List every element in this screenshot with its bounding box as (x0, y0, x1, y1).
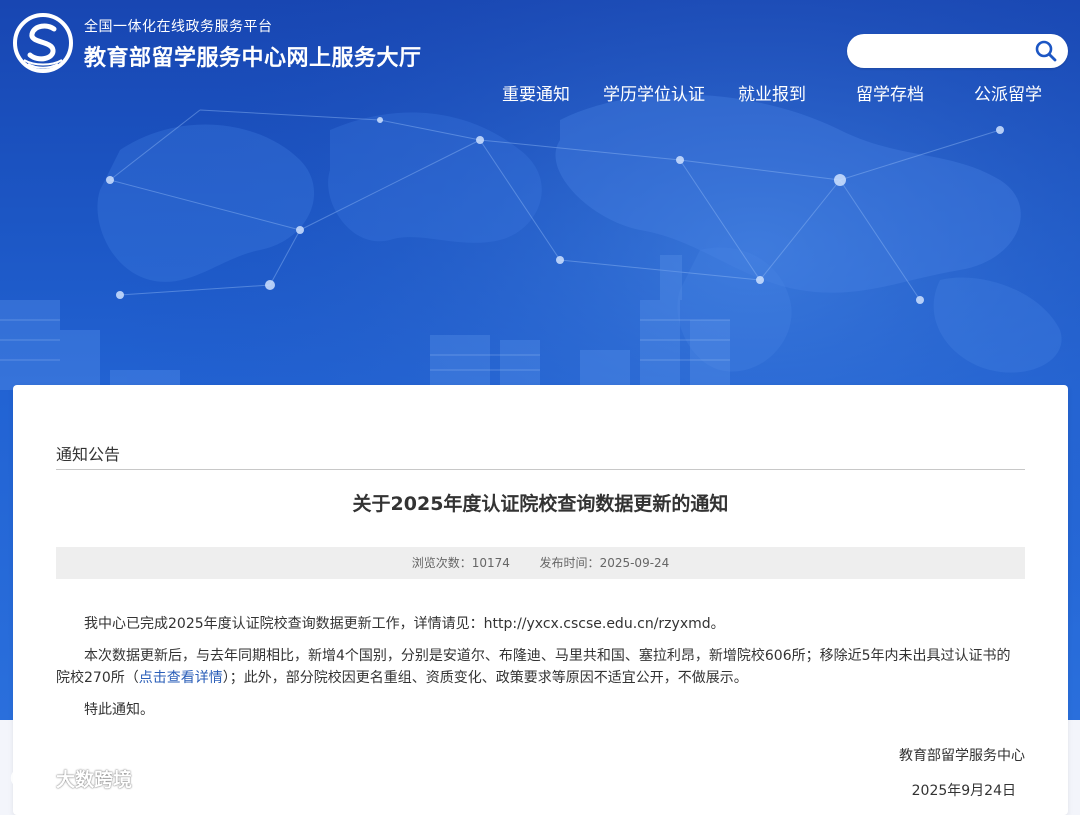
views-label: 浏览次数： (411, 556, 472, 570)
view-details-link[interactable]: 点击查看详情 (139, 670, 223, 686)
platform-subtitle: 全国一体化在线政务服务平台 (84, 19, 273, 35)
cscse-logo-icon[interactable] (12, 12, 74, 74)
published-label: 发布时间： (539, 556, 600, 570)
views-count: 10174 (471, 556, 510, 570)
article-title: 关于2025年度认证院校查询数据更新的通知 (352, 493, 729, 515)
watermark-text: 大数跨境 (56, 768, 133, 791)
site-title[interactable]: 教育部留学服务中心网上服务大厅 (84, 40, 422, 72)
main-nav: 重要通知 学历学位认证 就业报到 留学存档 公派留学 (0, 80, 1080, 105)
article-meta-bar: 浏览次数：10174 发布时间：2025-09-24 (56, 547, 1025, 579)
nav-item-study-abroad-archive[interactable]: 留学存档 (856, 80, 924, 105)
nav-item-government-sponsored[interactable]: 公派留学 (974, 80, 1042, 105)
site-header: 全国一体化在线政务服务平台 教育部留学服务中心网上服务大厅 重要通知 学历学位认… (0, 0, 1080, 120)
search-box (847, 34, 1068, 68)
paragraph-2: 本次数据更新后，与去年同期相比，新增4个国别，分别是安道尔、布隆迪、马里共和国、… (56, 645, 1011, 689)
signature-organization: 教育部留学服务中心 (899, 748, 1025, 764)
nav-item-degree-verification[interactable]: 学历学位认证 (603, 80, 705, 105)
watermark: 大数跨境 (10, 764, 132, 792)
nav-item-employment-registration[interactable]: 就业报到 (738, 80, 806, 105)
signature-date: 2025年9月24日 (911, 783, 1016, 799)
paragraph-2-text-end: ）；此外，部分院校因更名重组、资质变化、政策要求等原因不适宜公开，不做展示。 (222, 670, 748, 686)
search-input[interactable] (863, 40, 1027, 64)
paragraph-3: 特此通知。 (84, 702, 154, 718)
watermark-logo-icon (10, 767, 50, 788)
article-body: 我中心已完成2025年度认证院校查询数据更新工作，详情请见：http://yxc… (56, 613, 1011, 731)
paragraph-1: 我中心已完成2025年度认证院校查询数据更新工作，详情请见：http://yxc… (84, 616, 725, 632)
search-icon[interactable] (1034, 39, 1058, 63)
section-divider (56, 469, 1025, 470)
section-heading[interactable]: 通知公告 (56, 441, 120, 465)
article-card: 通知公告 关于2025年度认证院校查询数据更新的通知 浏览次数：10174 发布… (13, 385, 1068, 815)
published-date: 2025-09-24 (599, 556, 670, 570)
nav-item-important-notices[interactable]: 重要通知 (502, 80, 570, 105)
